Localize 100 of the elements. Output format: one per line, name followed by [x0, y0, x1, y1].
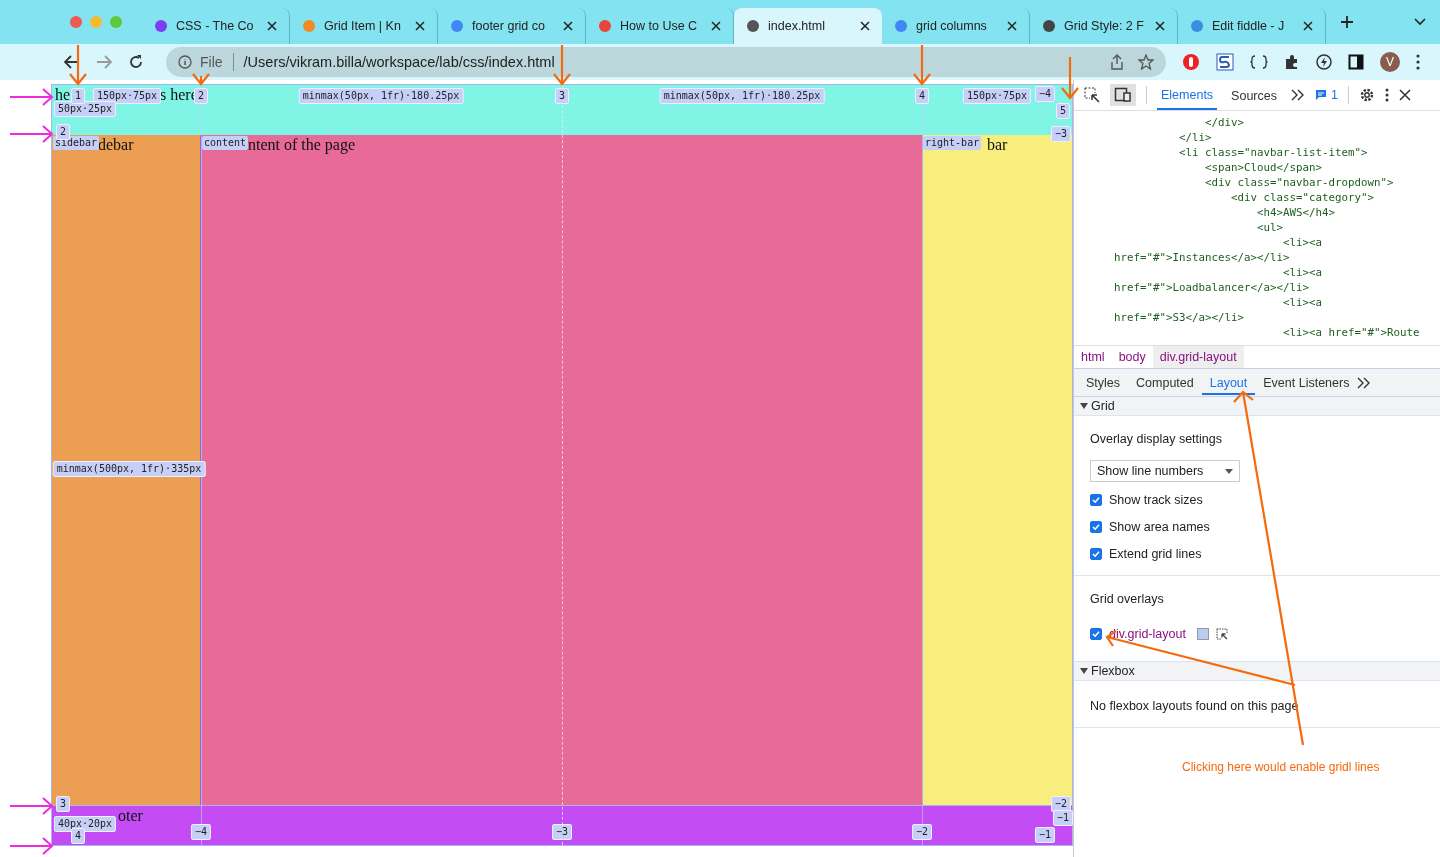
code-line: <div class="navbar-dropdown"> — [1204, 175, 1395, 190]
code-line: <li><a — [1282, 235, 1323, 250]
info-icon[interactable] — [178, 55, 192, 69]
color-swatch[interactable] — [1196, 627, 1209, 640]
line-numbers-select[interactable]: Show line numbers — [1090, 460, 1240, 482]
code-line: <li><a — [1282, 295, 1323, 310]
section-header[interactable]: Flexbox — [1074, 662, 1440, 681]
scheme-label: File — [200, 54, 223, 70]
puzzle-icon[interactable] — [1284, 54, 1300, 70]
browser-tab[interactable]: index.html — [734, 8, 882, 44]
track-size-label: 150px·75px — [962, 88, 1032, 104]
panel-tab[interactable]: Computed — [1128, 370, 1202, 395]
line-number-label: 2 — [56, 124, 70, 140]
more-tabs-icon[interactable] — [1357, 376, 1372, 389]
annotation-arrow — [9, 88, 54, 106]
code-line: href="#">S3</a></li> — [1114, 310, 1245, 325]
braces-icon[interactable] — [1250, 55, 1268, 69]
section-title: Grid — [1091, 399, 1115, 413]
code-line: href="#">Loadbalancer</a></li> — [1114, 280, 1310, 295]
annotation-arrow — [913, 45, 931, 86]
code-line: </div> — [1204, 115, 1245, 130]
line-number-label: −2 — [912, 824, 932, 840]
close-icon[interactable] — [1007, 21, 1017, 31]
panel-tab[interactable]: Event Listeners — [1255, 370, 1358, 395]
line-number-label: 3 — [555, 88, 569, 104]
close-icon[interactable] — [1303, 21, 1313, 31]
share-icon[interactable] — [1110, 54, 1124, 70]
address-bar[interactable]: File /Users/vikram.billa/workspace/lab/css/index.html — [166, 47, 1166, 77]
checkbox-label: Show area names — [1109, 519, 1210, 534]
panel-tab[interactable]: Styles — [1078, 370, 1129, 395]
code-line: <span>Cloud</span> — [1204, 160, 1323, 175]
star-icon[interactable] — [1138, 54, 1154, 70]
annotation-arrow — [553, 45, 571, 86]
panel-tab[interactable]: Layout — [1201, 370, 1256, 395]
favicon-icon — [598, 19, 612, 33]
code-line: <li><a — [1282, 265, 1323, 280]
favicon-icon — [154, 19, 168, 33]
checkbox[interactable] — [1090, 520, 1102, 533]
devtools-tab[interactable]: Elements — [1157, 80, 1218, 110]
menu-icon[interactable] — [1416, 54, 1420, 70]
close-icon[interactable] — [267, 21, 277, 31]
favicon-icon — [302, 19, 316, 33]
close-icon[interactable] — [711, 21, 721, 31]
code-line: href="#">Instances</a></li> — [1114, 250, 1291, 265]
line-number-label: 3 — [56, 796, 70, 812]
code-line: <h4>AWS</h4> — [1256, 205, 1336, 220]
section-header[interactable]: Grid — [1074, 397, 1440, 416]
area-name-label: right-bar — [923, 136, 982, 150]
devtools-tab[interactable]: Sources — [1227, 81, 1281, 109]
s-logo-icon[interactable] — [1216, 53, 1234, 71]
code-line: <li class="navbar-list-item"> — [1178, 145, 1369, 160]
right-bar-text: bar — [987, 136, 1008, 154]
inspect-icon[interactable] — [1084, 87, 1100, 103]
breadcrumb[interactable]: body — [1111, 346, 1153, 368]
favicon-icon — [1042, 19, 1056, 33]
code-line: <li><a href="#">Route — [1282, 325, 1421, 340]
close-icon[interactable] — [563, 21, 573, 31]
track-size-label: minmax(50px, 1fr)·180.25px — [298, 88, 464, 104]
breadcrumb[interactable]: html — [1074, 346, 1112, 368]
line-number-label: 4 — [71, 828, 85, 844]
reveal-icon[interactable] — [1215, 627, 1228, 640]
new-tab-icon[interactable] — [1340, 15, 1354, 29]
favicon-icon — [450, 19, 464, 33]
code-line: </li> — [1178, 130, 1213, 145]
track-size-label: minmax(500px, 1fr)·335px — [52, 461, 206, 477]
header-text: he — [55, 86, 71, 104]
shield-icon[interactable] — [1182, 53, 1200, 71]
device-toggle-button[interactable] — [1110, 84, 1136, 106]
annotation-arrow — [9, 797, 54, 815]
line-number-label: 1 — [71, 88, 85, 104]
close-icon[interactable] — [860, 21, 870, 31]
profile-avatar[interactable]: V — [1380, 52, 1400, 72]
sidebar-icon[interactable] — [1348, 54, 1364, 70]
favicon-icon — [1190, 19, 1204, 33]
issues-badge[interactable]: 1 — [1314, 88, 1338, 102]
checkbox[interactable] — [1090, 627, 1102, 640]
checkbox[interactable] — [1090, 493, 1102, 506]
line-number-label: −4 — [1035, 86, 1055, 102]
checkbox-label: Show track sizes — [1109, 492, 1203, 507]
annotation-text: Clicking here would enable gridl lines — [1182, 760, 1381, 774]
caret-icon[interactable] — [1414, 18, 1426, 26]
line-number-label: −1 — [1035, 827, 1055, 843]
checkbox-label: Extend grid lines — [1109, 546, 1202, 561]
more-tabs-icon[interactable] — [1290, 89, 1305, 101]
back-icon[interactable] — [64, 54, 80, 70]
close-icon[interactable] — [1398, 89, 1411, 101]
more-options-icon[interactable] — [1384, 88, 1389, 102]
close-icon[interactable] — [1155, 21, 1165, 31]
close-icon[interactable] — [415, 21, 425, 31]
reload-icon[interactable] — [128, 54, 144, 70]
overlays-heading: Grid overlays — [1090, 592, 1165, 606]
settings-icon[interactable] — [1358, 87, 1375, 103]
bolt-icon[interactable] — [1316, 54, 1332, 70]
checkbox[interactable] — [1090, 547, 1102, 560]
footer-text: oter — [118, 807, 143, 825]
area-name-label: content — [202, 136, 249, 150]
device-icon — [1114, 87, 1132, 103]
breadcrumb[interactable]: div.grid-layout — [1152, 346, 1244, 368]
code-line: <ul> — [1256, 220, 1284, 235]
triangle-icon — [1080, 402, 1088, 410]
